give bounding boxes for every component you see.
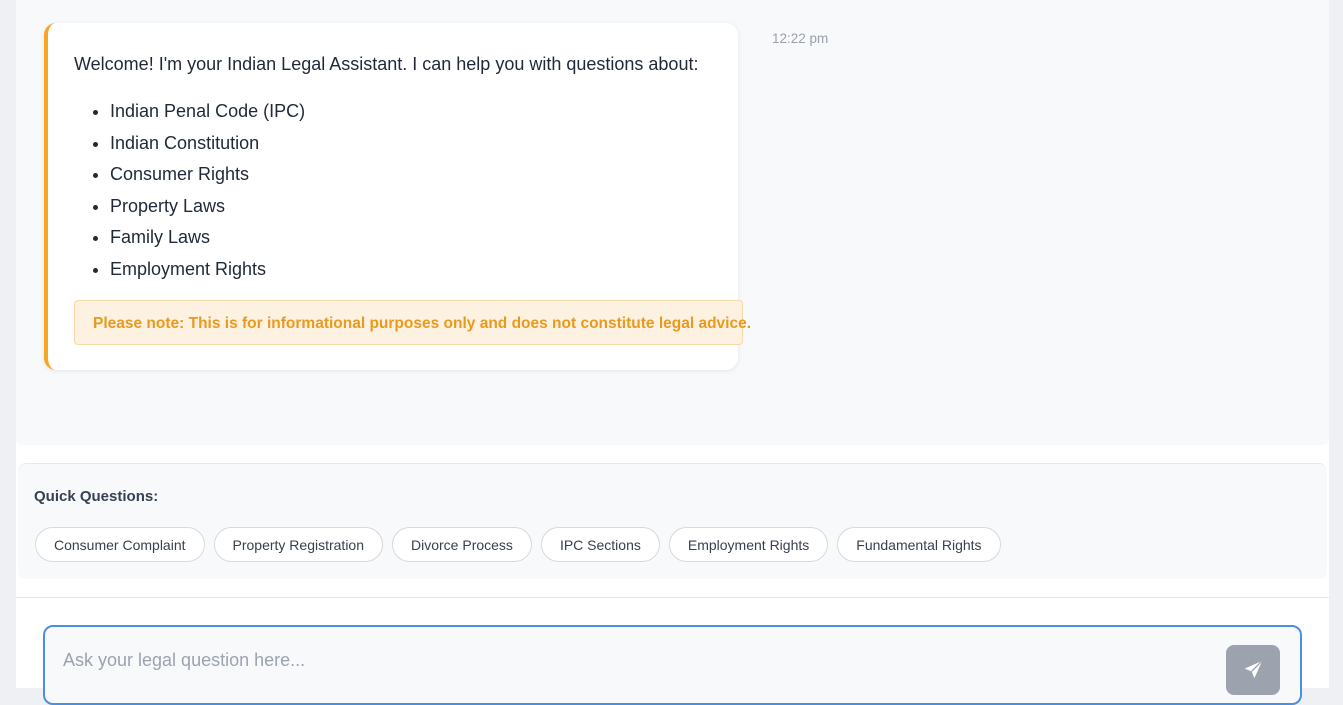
quick-questions-chips: Consumer Complaint Property Registration… <box>35 527 1001 562</box>
topic-list-item: Property Laws <box>110 195 305 227</box>
topic-list-item: Family Laws <box>110 226 305 258</box>
quick-question-employment-rights[interactable]: Employment Rights <box>668 527 829 562</box>
quick-question-consumer-complaint[interactable]: Consumer Complaint <box>35 527 205 562</box>
topic-list-item: Indian Penal Code (IPC) <box>110 100 305 132</box>
quick-question-divorce-process[interactable]: Divorce Process <box>392 527 532 562</box>
quick-question-fundamental-rights[interactable]: Fundamental Rights <box>837 527 1001 562</box>
send-icon <box>1244 660 1263 679</box>
chat-messages-area[interactable]: Welcome! I'm your Indian Legal Assistant… <box>16 0 1329 445</box>
topic-list-item: Consumer Rights <box>110 163 305 195</box>
welcome-intro-text: Welcome! I'm your Indian Legal Assistant… <box>74 54 699 74</box>
chat-app: Welcome! I'm your Indian Legal Assistant… <box>16 0 1329 705</box>
topic-list-item: Indian Constitution <box>110 132 305 164</box>
question-input[interactable] <box>63 647 1203 673</box>
topic-list-item: Employment Rights <box>110 258 305 290</box>
quick-question-property-registration[interactable]: Property Registration <box>213 527 384 562</box>
disclaimer-notice: Please note: This is for informational p… <box>74 300 751 345</box>
quick-question-ipc-sections[interactable]: IPC Sections <box>540 527 660 562</box>
topics-list: Indian Penal Code (IPC) Indian Constitut… <box>74 100 305 290</box>
quick-questions-panel: Quick Questions: Consumer Complaint Prop… <box>18 463 1327 579</box>
quick-questions-title: Quick Questions: <box>34 488 159 505</box>
composer-divider <box>16 597 1329 598</box>
assistant-message-bubble: Welcome! I'm your Indian Legal Assistant… <box>44 23 751 370</box>
message-composer <box>43 625 1302 705</box>
message-timestamp: 12:22 pm <box>772 31 829 46</box>
